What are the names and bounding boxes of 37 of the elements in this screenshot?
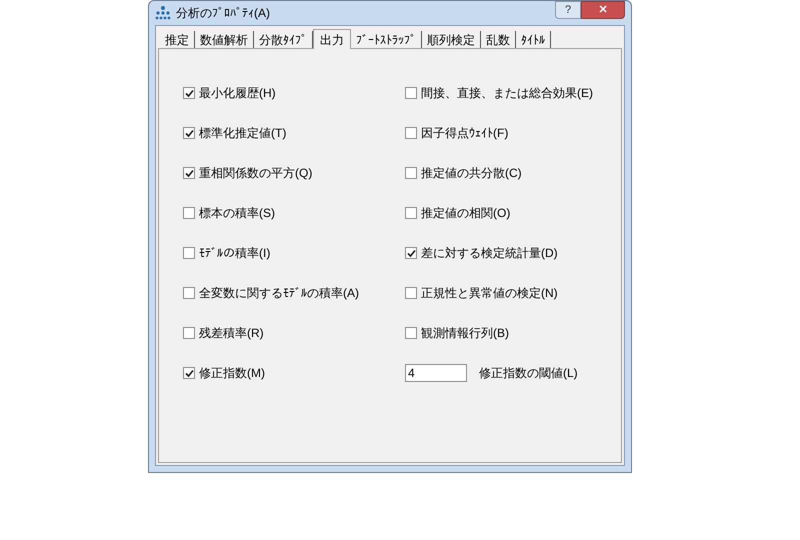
checkbox[interactable] xyxy=(183,247,195,259)
checkbox[interactable] xyxy=(405,207,417,219)
checkbox[interactable] xyxy=(405,87,417,99)
option-label: 全変数に関するﾓﾃﾞﾙの積率(A) xyxy=(199,285,359,302)
option-label: 差に対する検定統計量(D) xyxy=(421,245,558,262)
checkbox[interactable] xyxy=(405,327,417,339)
checkbox[interactable] xyxy=(405,287,417,299)
option-label: 修正指数(M) xyxy=(199,365,265,382)
option-label: 標準化推定値(T) xyxy=(199,125,286,142)
option-label: ﾓﾃﾞﾙの積率(I) xyxy=(199,245,270,262)
checkbox[interactable] xyxy=(183,327,195,339)
checkbox[interactable] xyxy=(183,367,195,379)
option-label: 因子得点ｳｪｲﾄ(F) xyxy=(421,125,508,142)
checkbox[interactable] xyxy=(183,87,195,99)
option-label: 推定値の共分散(C) xyxy=(421,165,522,182)
option-label: 推定値の相関(O) xyxy=(421,205,510,222)
option-label: 重相関係数の平方(Q) xyxy=(199,165,312,182)
checkbox[interactable] xyxy=(405,167,417,179)
checkbox[interactable] xyxy=(183,127,195,139)
window-title: 分析のﾌﾟﾛﾊﾟﾃｨ(A) xyxy=(176,5,270,22)
help-button[interactable]: ? xyxy=(555,1,581,19)
option-label: 残差積率(R) xyxy=(199,325,264,342)
option-label: 観測情報行列(B) xyxy=(421,325,509,342)
checkbox[interactable] xyxy=(405,247,417,259)
checkbox[interactable] xyxy=(405,127,417,139)
option-label: 間接、直接、または総合効果(E) xyxy=(421,85,593,102)
checkbox[interactable] xyxy=(183,287,195,299)
threshold-field[interactable]: 4 xyxy=(405,364,467,382)
tab[interactable]: 出力 xyxy=(313,29,351,49)
option-label: 標本の積率(S) xyxy=(199,205,275,222)
close-button[interactable]: ✕ xyxy=(581,1,625,19)
checkbox[interactable] xyxy=(183,207,195,219)
option-label: 正規性と異常値の検定(N) xyxy=(421,285,558,302)
option-label: 最小化履歴(H) xyxy=(199,85,276,102)
network-icon xyxy=(155,5,171,21)
checkbox[interactable] xyxy=(183,167,195,179)
threshold-label: 修正指数の閾値(L) xyxy=(479,365,578,382)
